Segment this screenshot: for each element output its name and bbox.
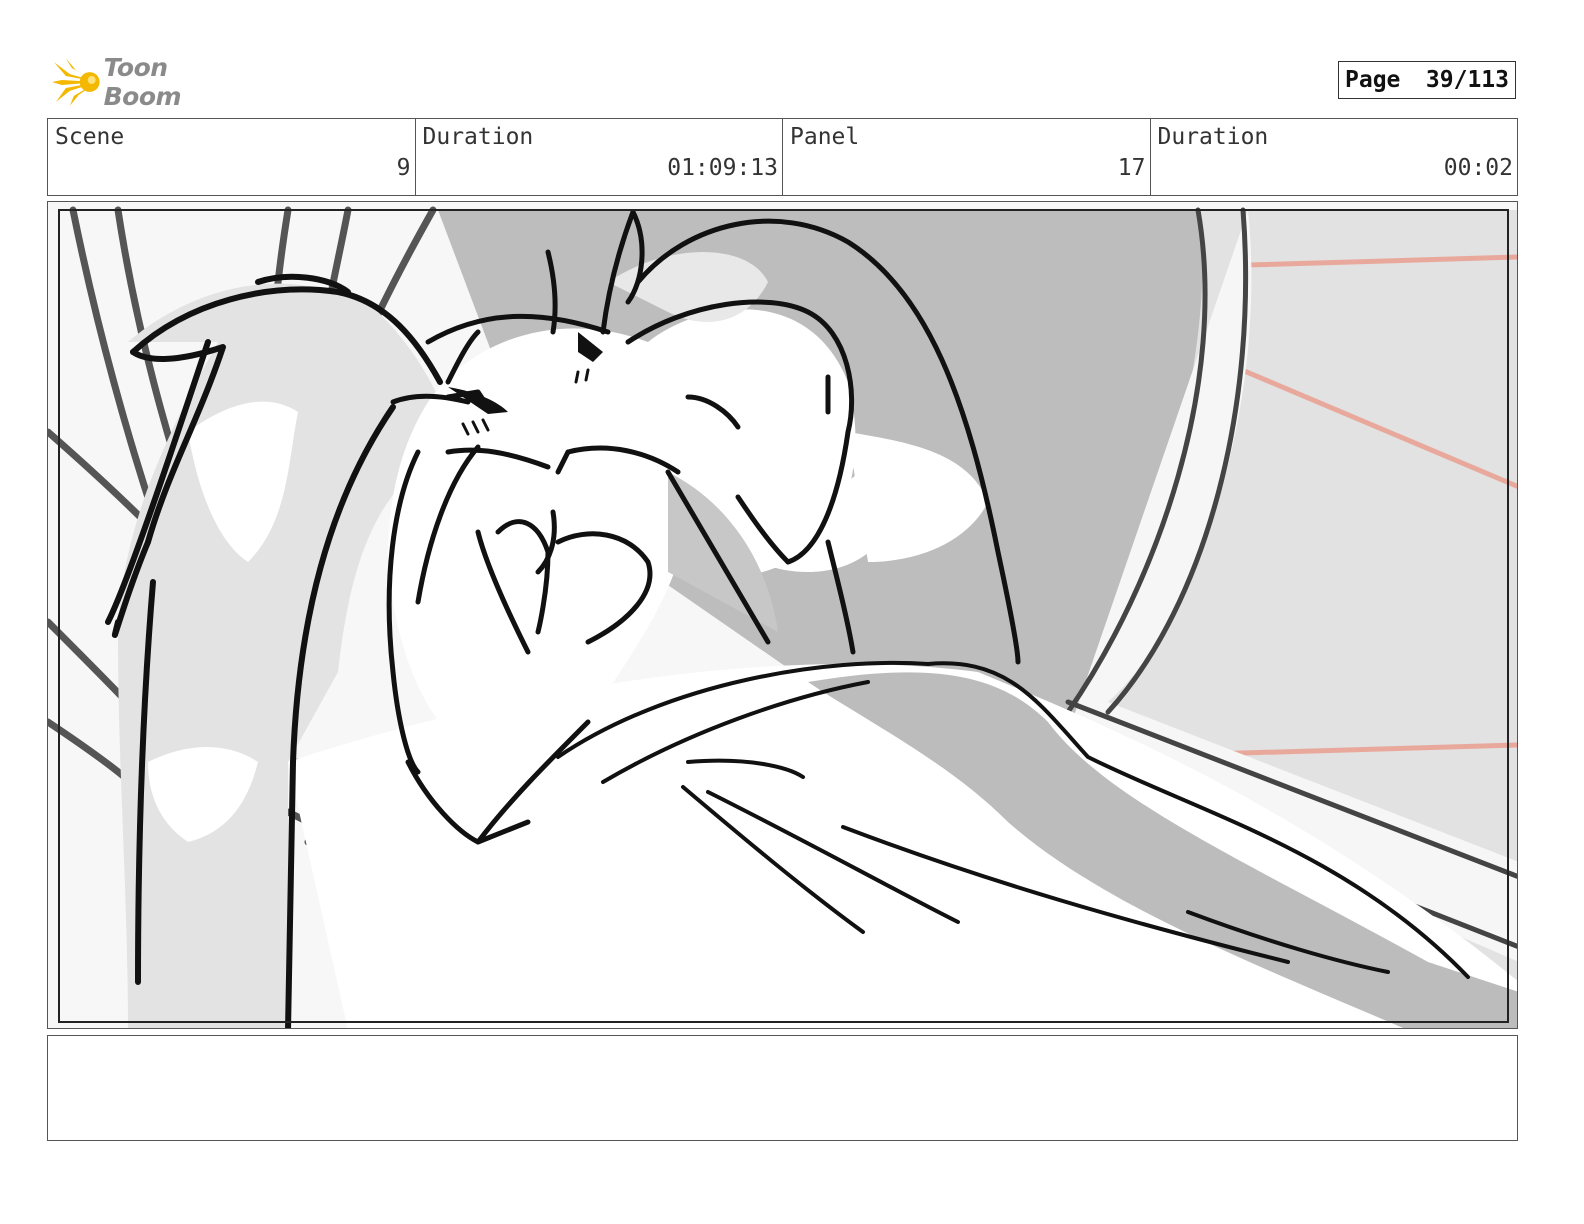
scene-label: Scene	[55, 124, 125, 150]
toon-boom-logo: Toon Boom	[52, 53, 252, 111]
scene-duration-value: 01:09:13	[667, 155, 778, 181]
storyboard-panel	[47, 201, 1518, 1029]
scene-value: 9	[396, 155, 411, 181]
logo-text: Toon Boom	[103, 53, 182, 111]
panel-sketch-image	[48, 202, 1517, 1028]
page-number: 39/113	[1425, 67, 1509, 93]
panel-value: 17	[1117, 155, 1146, 181]
page-indicator: Page 39/113	[1338, 61, 1516, 99]
panel-cell: Panel 17	[783, 119, 1151, 195]
panel-duration-value: 00:02	[1443, 155, 1513, 181]
panel-label: Panel	[790, 124, 860, 150]
panel-duration-label: Duration	[1157, 124, 1269, 150]
scene-duration-cell: Duration 01:09:13	[416, 119, 783, 195]
scene-cell: Scene 9	[48, 119, 416, 195]
scene-duration-label: Duration	[422, 124, 534, 150]
starburst-icon	[52, 58, 100, 106]
panel-notes-box	[47, 1035, 1518, 1141]
page-label: Page	[1345, 67, 1401, 93]
panel-info-bar: Scene 9 Duration 01:09:13 Panel 17 Durat…	[47, 118, 1518, 196]
panel-duration-cell: Duration 00:02	[1151, 119, 1518, 195]
